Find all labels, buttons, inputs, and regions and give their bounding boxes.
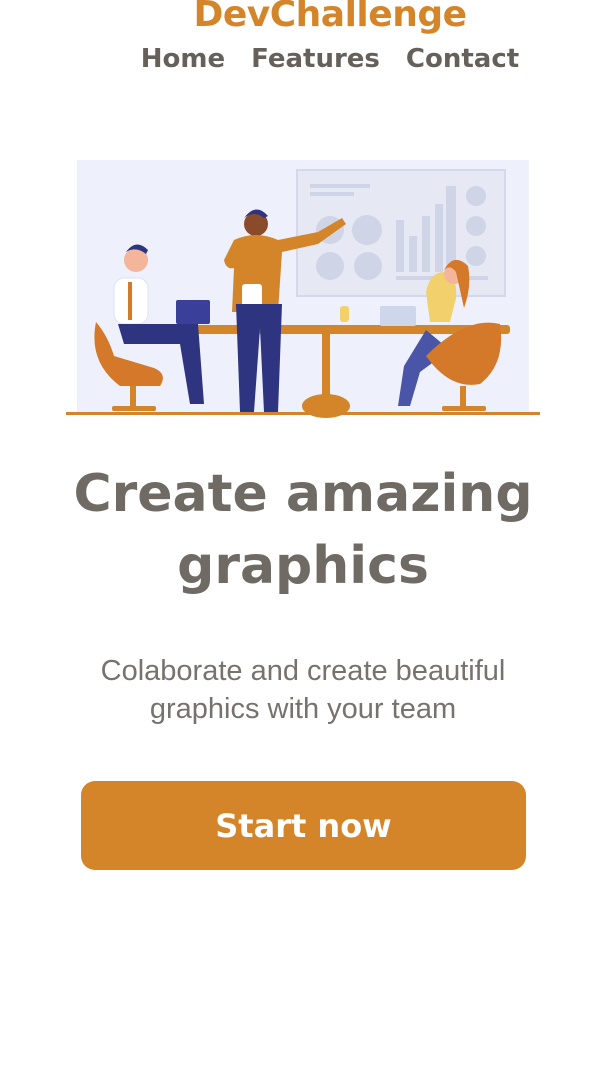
nav-contact-link[interactable]: Contact [406, 44, 519, 74]
hero-headline: Create amazing graphics [0, 458, 600, 602]
hero-subtitle: Colaborate and create beautiful graphics… [70, 652, 536, 728]
nav-home-link[interactable]: Home [141, 44, 225, 74]
subtitle-line-2: graphics with your team [149, 693, 457, 725]
floor-line [66, 412, 540, 415]
headline-line-1: Create amazing [73, 464, 533, 524]
start-now-button[interactable]: Start now [81, 781, 526, 870]
headline-line-2: graphics [177, 536, 429, 596]
main-nav: Home Features Contact [0, 44, 600, 74]
subtitle-line-1: Colaborate and create beautiful [100, 655, 506, 687]
team-meeting-illustration [66, 160, 540, 418]
brand-logo[interactable]: DevChallenge [0, 0, 600, 35]
nav-features-link[interactable]: Features [251, 44, 380, 74]
